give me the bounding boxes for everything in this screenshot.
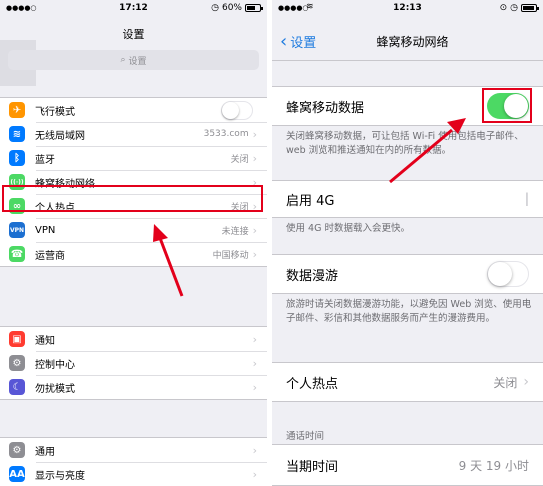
settings-group-connectivity: ✈ 飞行模式 ≋ 无线局域网 3533.com › ᛒ 蓝牙 关闭 › ((·)) 蜂窝移动网络 › ∞ 个… (0, 97, 267, 267)
battery-icon (245, 4, 263, 12)
display-icon: AA (9, 466, 25, 482)
row-label: 显示与亮度 (35, 470, 85, 482)
cellular-data-footer: 关闭蜂窝移动数据，可让包括 Wi-Fi 使用包括电子邮件、web 浏览和推送通知… (286, 131, 524, 156)
control-center-icon: ⚙ (9, 355, 25, 371)
cellular-screen: ●●●●○ ≋ 12:13 ⊙ ◷ ‹ 设置 蜂窝移动网络 蜂窝移动数据 关闭蜂… (272, 0, 543, 486)
current-period-label: 当期时间 (286, 459, 339, 475)
row-label: 通用 (35, 446, 55, 458)
do-not-disturb-icon: ☾ (9, 379, 25, 395)
settings-screen: ●●●●○ 17:12 ◷ 60% 设置 ⌕ 设置 ✈ 飞行模式 ≋ 无线局域网 353… (0, 0, 267, 486)
row-label: 蓝牙 (35, 154, 55, 166)
scroll-indicator: ǀ (524, 191, 529, 207)
row-label: 无线局域网 (35, 130, 85, 142)
row-value: 3533.com (203, 129, 249, 139)
rotation-lock-icon: ⊙ (499, 3, 508, 13)
row-label: 运营商 (35, 250, 65, 262)
carrier-icon: ☎ (9, 246, 25, 262)
row-label: 飞行模式 (35, 106, 75, 118)
settings-row-do-not-disturb[interactable]: ☾ 勿扰模式 › (0, 375, 267, 399)
settings-row-wifi[interactable]: ≋ 无线局域网 3533.com › (0, 122, 267, 146)
chevron-right-icon: › (252, 127, 257, 141)
chevron-right-icon: › (252, 380, 257, 394)
settings-row-vpn[interactable]: VPN VPN 未连接 › (0, 218, 267, 242)
enable-4g-footer: 使用 4G 时数据载入会更快。 (286, 223, 410, 234)
enable-4g-label: 启用 4G (286, 193, 335, 209)
status-battery-percent: 60% (221, 3, 242, 13)
back-button[interactable]: ‹ 设置 (280, 31, 316, 52)
row-label: 控制中心 (35, 359, 75, 371)
data-roaming-toggle[interactable] (487, 261, 529, 287)
settings-row-bluetooth[interactable]: ᛒ 蓝牙 关闭 › (0, 146, 267, 170)
enable-4g-row[interactable]: 启用 4G ǀ (272, 180, 543, 218)
call-time-header: 通话时间 (286, 431, 325, 442)
data-roaming-row[interactable]: 数据漫游 (272, 254, 543, 294)
general-icon: ⚙ (9, 442, 25, 458)
settings-row-general[interactable]: ⚙ 通用 › (0, 438, 267, 462)
chevron-right-icon: › (252, 151, 257, 165)
highlight-box-cellular (2, 185, 263, 212)
highlight-box-toggle (482, 88, 532, 123)
annotation-arrow (389, 118, 466, 184)
chevron-right-icon: › (523, 374, 529, 390)
alarm-icon: ◷ (510, 3, 518, 13)
data-roaming-footer: 旅游时请关闭数据漫游功能，以避免因 Web 浏览、使用电子邮件、彩信和其他数据服… (286, 299, 532, 324)
row-value: 未连接 (221, 226, 249, 237)
bluetooth-icon: ᛒ (9, 150, 25, 166)
settings-row-display[interactable]: AA 显示与亮度 › (0, 462, 267, 486)
airplane-mode-toggle[interactable] (221, 100, 253, 120)
settings-row-airplane[interactable]: ✈ 飞行模式 (0, 98, 267, 122)
alarm-icon: ◷ (211, 3, 219, 13)
search-input[interactable]: ⌕ 设置 (8, 50, 259, 70)
row-value: 中国移动 (212, 250, 249, 261)
search-placeholder: 设置 (128, 56, 147, 67)
current-period-row: 当期时间 9 天 19 小时 (272, 444, 543, 486)
cellular-data-label: 蜂窝移动数据 (286, 100, 365, 116)
vpn-icon: VPN (9, 222, 25, 238)
data-roaming-label: 数据漫游 (286, 268, 339, 284)
page-title: 蜂窝移动网络 (376, 35, 449, 49)
search-icon: ⌕ (120, 55, 126, 65)
airplane-icon: ✈ (9, 102, 25, 118)
wifi-icon: ≋ (9, 126, 25, 142)
settings-row-notifications[interactable]: ▣ 通知 › (0, 327, 267, 351)
chevron-right-icon: › (252, 332, 257, 346)
hotspot-row[interactable]: 个人热点 关闭 › (272, 362, 543, 402)
chevron-left-icon: ‹ (280, 31, 288, 52)
battery-icon (521, 4, 539, 12)
row-label: 通知 (35, 335, 55, 347)
settings-row-control-center[interactable]: ⚙ 控制中心 › (0, 351, 267, 375)
settings-group-notifications: ▣ 通知 › ⚙ 控制中心 › ☾ 勿扰模式 › (0, 326, 267, 400)
status-bar: ●●●●○ 17:12 ◷ 60% (0, 0, 267, 18)
current-period-value: 9 天 19 小时 (458, 458, 529, 473)
chevron-right-icon: › (252, 223, 257, 237)
chevron-right-icon: › (252, 247, 257, 261)
chevron-right-icon: › (252, 467, 257, 481)
row-value: 关闭 (230, 154, 249, 165)
page-title: 设置 (122, 28, 145, 41)
chevron-right-icon: › (252, 443, 257, 457)
row-label: 勿扰模式 (35, 383, 75, 395)
chevron-right-icon: › (252, 356, 257, 370)
row-label: VPN (35, 224, 56, 236)
notifications-icon: ▣ (9, 331, 25, 347)
status-bar: ●●●●○ ≋ 12:13 ⊙ ◷ (272, 0, 543, 18)
settings-group-general: ⚙ 通用 › AA 显示与亮度 › (0, 437, 267, 486)
settings-row-carrier[interactable]: ☎ 运营商 中国移动 › (0, 242, 267, 266)
hotspot-label: 个人热点 (286, 376, 339, 392)
hotspot-value: 关闭 (493, 375, 518, 390)
